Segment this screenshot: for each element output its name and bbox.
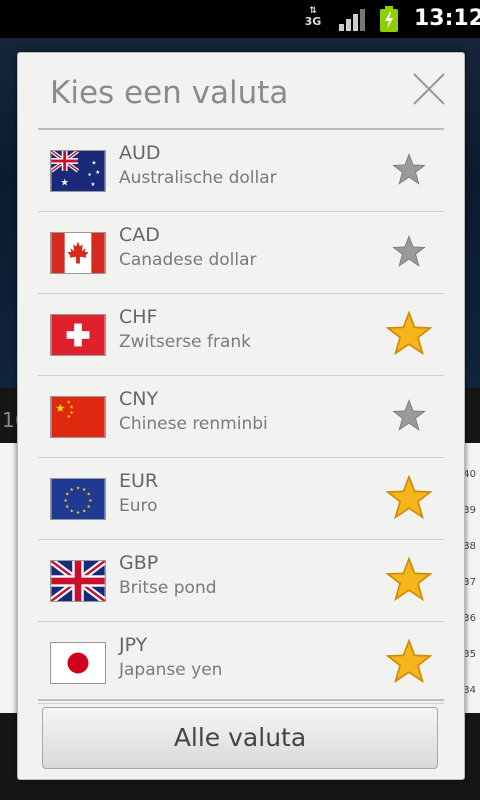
svg-text:★: ★ — [65, 504, 69, 510]
currency-code: CAD — [119, 224, 160, 246]
japan-flag-icon — [50, 642, 106, 684]
currency-code: EUR — [119, 470, 159, 492]
favorite-star-icon[interactable] — [383, 307, 435, 359]
currency-row-cny[interactable]: ★ ★ ★ ★ ★ CNY Chinese renminbi — [38, 376, 444, 458]
all-currencies-button[interactable]: Alle valuta — [42, 707, 438, 769]
favorite-star-icon[interactable] — [383, 635, 435, 687]
svg-text:★: ★ — [70, 487, 74, 493]
currency-code: CHF — [119, 306, 158, 328]
axis-tick: 34 — [463, 685, 476, 696]
svg-text:★: ★ — [70, 509, 74, 515]
svg-text:★: ★ — [90, 181, 95, 188]
currency-row-eur[interactable]: ★ ★ ★ ★ ★ ★ ★ ★ ★ ★ ★ ★ EUR Euro — [38, 458, 444, 540]
network-type-indicator: ⇅ 3G — [304, 6, 322, 28]
svg-text:★: ★ — [69, 404, 73, 410]
favorite-star-icon[interactable] — [390, 396, 428, 434]
currency-code: JPY — [119, 634, 148, 656]
svg-text:★: ★ — [76, 510, 80, 516]
currency-row-cad[interactable]: CAD Canadese dollar — [38, 212, 444, 294]
uk-flag-icon — [50, 560, 106, 602]
axis-tick: 38 — [463, 541, 476, 552]
currency-name: Euro — [119, 496, 158, 516]
svg-text:★: ★ — [55, 401, 65, 415]
clock: 13:12 — [414, 6, 480, 31]
axis-tick: 36 — [463, 613, 476, 624]
svg-text:★: ★ — [88, 172, 92, 178]
eu-flag-icon: ★ ★ ★ ★ ★ ★ ★ ★ ★ ★ ★ ★ — [50, 478, 106, 520]
axis-tick: 37 — [463, 577, 476, 588]
axis-tick: 39 — [463, 505, 476, 516]
currency-code: AUD — [119, 142, 161, 164]
svg-text:★: ★ — [87, 504, 91, 510]
currency-name: Zwitserse frank — [119, 332, 251, 352]
svg-text:★: ★ — [88, 498, 92, 504]
dialog-title: Kies een valuta — [50, 75, 289, 111]
favorite-star-icon[interactable] — [383, 471, 435, 523]
currency-row-jpy[interactable]: JPY Japanse yen — [38, 622, 444, 704]
svg-text:★: ★ — [87, 492, 91, 498]
currency-name: Canadese dollar — [119, 250, 257, 270]
signal-strength-icon — [339, 9, 365, 31]
axis-tick: 40 — [463, 469, 476, 480]
svg-text:★: ★ — [82, 509, 86, 515]
currency-name: Japanse yen — [119, 660, 223, 680]
svg-text:★: ★ — [60, 177, 69, 188]
axis-tick: 35 — [463, 649, 476, 660]
currency-name: Australische dollar — [119, 168, 277, 188]
svg-text:★: ★ — [63, 498, 67, 504]
switzerland-flag-icon — [50, 314, 106, 356]
battery-charging-icon — [380, 6, 398, 32]
currency-code: CNY — [119, 388, 159, 410]
favorite-star-icon[interactable] — [390, 232, 428, 270]
currency-name: Chinese renminbi — [119, 414, 268, 434]
currency-row-aud[interactable]: ★ ★ ★ ★ ★ AUD Australische dollar — [38, 130, 444, 212]
close-icon[interactable] — [411, 71, 447, 107]
australia-flag-icon: ★ ★ ★ ★ ★ — [50, 150, 106, 192]
svg-text:★: ★ — [95, 169, 100, 176]
svg-text:★: ★ — [67, 414, 71, 420]
currency-code: GBP — [119, 552, 159, 574]
svg-text:★: ★ — [76, 485, 80, 491]
china-flag-icon: ★ ★ ★ ★ ★ — [50, 396, 106, 438]
svg-text:★: ★ — [91, 159, 96, 166]
currency-row-gbp[interactable]: GBP Britse pond — [38, 540, 444, 622]
favorite-star-icon[interactable] — [390, 150, 428, 188]
canada-flag-icon — [50, 232, 106, 274]
currency-name: Britse pond — [119, 578, 217, 598]
currency-row-chf[interactable]: CHF Zwitserse frank — [38, 294, 444, 376]
status-bar: ⇅ 3G 13:12 — [0, 0, 480, 38]
currency-picker-dialog: Kies een valuta ★ ★ ★ ★ ★ AUD Australisc… — [17, 52, 465, 780]
currency-list: ★ ★ ★ ★ ★ AUD Australische dollar CAD Ca… — [38, 130, 444, 704]
footer-divider — [38, 699, 444, 701]
favorite-star-icon[interactable] — [383, 553, 435, 605]
